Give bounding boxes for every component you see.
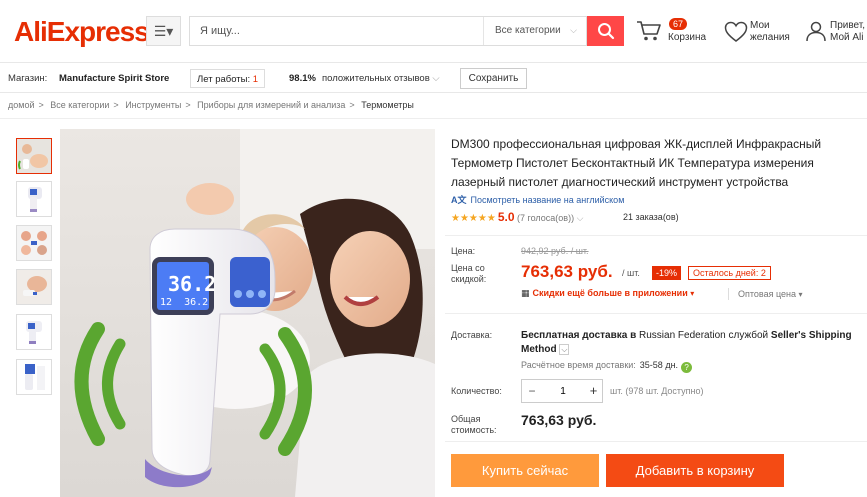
divider xyxy=(445,441,867,442)
screen-reading-main: 36.2 xyxy=(168,272,217,296)
cart-icon[interactable] xyxy=(636,20,662,42)
years-badge: Лет работы: 1 xyxy=(190,69,266,88)
user-greeting: Привет, xyxy=(830,20,866,31)
chevron-down-icon: ▾ xyxy=(798,290,803,299)
rating-votes: (7 голоса(ов)) xyxy=(517,213,575,223)
search-input[interactable] xyxy=(190,17,482,45)
store-label: Магазин: xyxy=(8,73,48,84)
main-product-image[interactable]: 36.2 12 36.2 xyxy=(60,129,435,497)
buy-now-button[interactable]: Купить сейчас xyxy=(451,454,599,487)
years-value: 1 xyxy=(252,74,259,85)
rating[interactable]: ★★★★★ 5.0 (7 голоса(ов)) ⌵ xyxy=(451,210,583,224)
shipping-info[interactable]: Бесплатная доставка в Russian Federation… xyxy=(521,329,867,357)
wholesale-price-link[interactable]: Оптовая цена ▾ xyxy=(738,289,803,299)
translate-title-link[interactable]: A文 Посмотреть название на английском xyxy=(451,193,624,206)
chevron-down-icon: ⌵ xyxy=(570,25,577,35)
quantity-increase-button[interactable]: + xyxy=(584,380,603,402)
quantity-decrease-button[interactable]: − xyxy=(522,380,542,402)
help-icon[interactable]: ? xyxy=(681,362,693,373)
breadcrumb: домой > Все категории > Инструменты > Прибо… xyxy=(8,100,414,110)
wishlist-link[interactable]: Мои желания xyxy=(750,20,800,44)
positive-feedback-value: 98.1% xyxy=(289,73,316,84)
price-unit: / шт. xyxy=(622,268,640,278)
categories-menu-button[interactable]: ☰▾ xyxy=(146,16,181,46)
search-box: Все категории ⌵ xyxy=(189,16,587,46)
rating-stars-icon: ★★★★★ xyxy=(451,213,496,224)
divider xyxy=(0,118,867,119)
discount-price-label: Цена со скидкой: xyxy=(451,263,487,284)
discount-price: 763,63 руб. xyxy=(521,262,613,281)
hamburger-icon: ☰▾ xyxy=(153,22,174,39)
divider xyxy=(445,235,867,236)
chevron-down-icon: ⌵ xyxy=(576,213,584,223)
quantity-input[interactable] xyxy=(542,380,584,402)
thumbnail-1[interactable] xyxy=(16,138,52,174)
account-link[interactable]: Привет, Мой Ali xyxy=(830,20,865,44)
screen-reading-small: 12 36.2 xyxy=(160,297,209,308)
price-label: Цена: xyxy=(451,246,476,256)
breadcrumb-tools[interactable]: Инструменты xyxy=(125,100,181,110)
app-promo-link[interactable]: ▦ Скидки ещё больше в приложении ▾ xyxy=(521,288,694,299)
qr-code-icon: ▦ xyxy=(521,288,530,298)
old-price: 942,92 руб. / шт. xyxy=(521,246,589,256)
years-label: Лет работы: xyxy=(197,74,251,85)
cart-count-badge: 67 xyxy=(669,18,688,30)
days-left-badge: Осталось дней: 2 xyxy=(688,266,771,280)
chevron-down-icon: ⌵ xyxy=(432,73,440,84)
store-bar: Магазин: Manufacture Spirit Store Лет ра… xyxy=(0,62,867,93)
total-label: Общая стоимость: xyxy=(451,414,497,435)
discount-badge: -19% xyxy=(652,266,682,280)
quantity-stepper: − + xyxy=(521,379,603,403)
thumbnail-5[interactable] xyxy=(16,314,52,350)
shipping-label: Доставка: xyxy=(451,330,493,340)
thumbnail-4[interactable] xyxy=(16,269,52,305)
translate-icon: A文 xyxy=(451,195,467,205)
search-icon xyxy=(597,23,614,40)
breadcrumb-measuring-devices[interactable]: Приборы для измерений и анализа xyxy=(197,100,345,110)
breadcrumb-thermometers[interactable]: Термометры xyxy=(361,100,414,110)
header: AliExpress™ ☰▾ Все категории ⌵ 67 Корзин… xyxy=(0,0,867,62)
product-title: DM300 профессиональная цифровая ЖК-диспл… xyxy=(451,137,822,189)
chevron-down-icon: ⌵ xyxy=(559,344,570,355)
save-store-button[interactable]: Сохранить xyxy=(460,68,527,89)
thumbnail-3[interactable] xyxy=(16,225,52,261)
add-to-cart-button[interactable]: Добавить в корзину xyxy=(606,454,784,487)
thumbnail-6[interactable] xyxy=(16,359,52,395)
thumbnail-2[interactable] xyxy=(16,181,52,217)
rating-score: 5.0 xyxy=(497,210,515,224)
breadcrumb-home[interactable]: домой xyxy=(8,100,34,110)
category-select[interactable]: Все категории ⌵ xyxy=(483,17,587,45)
total-price: 763,63 руб. xyxy=(521,412,597,428)
aliexpress-logo[interactable]: AliExpress™ xyxy=(14,16,158,48)
delivery-time: Расчётное время доставки: 35-58 дн.? xyxy=(521,360,693,373)
quantity-label: Количество: xyxy=(451,386,502,396)
divider xyxy=(728,288,729,300)
heart-icon[interactable] xyxy=(724,21,748,43)
category-select-label: Все категории xyxy=(495,25,561,36)
user-account-label: Мой Ali xyxy=(830,32,864,43)
user-icon[interactable] xyxy=(805,20,827,42)
search-button[interactable] xyxy=(587,16,624,46)
divider xyxy=(445,313,867,314)
breadcrumb-all-categories[interactable]: Все категории xyxy=(50,100,109,110)
store-name-link[interactable]: Manufacture Spirit Store xyxy=(59,73,169,84)
quantity-available: шт. (978 шт. Доступно) xyxy=(610,386,704,396)
orders-count: 21 заказа(ов) xyxy=(623,212,679,222)
positive-feedback-label[interactable]: положительных отзывов ⌵ xyxy=(322,73,440,84)
chevron-down-icon: ▾ xyxy=(690,289,695,298)
cart-label[interactable]: Корзина xyxy=(668,32,706,43)
